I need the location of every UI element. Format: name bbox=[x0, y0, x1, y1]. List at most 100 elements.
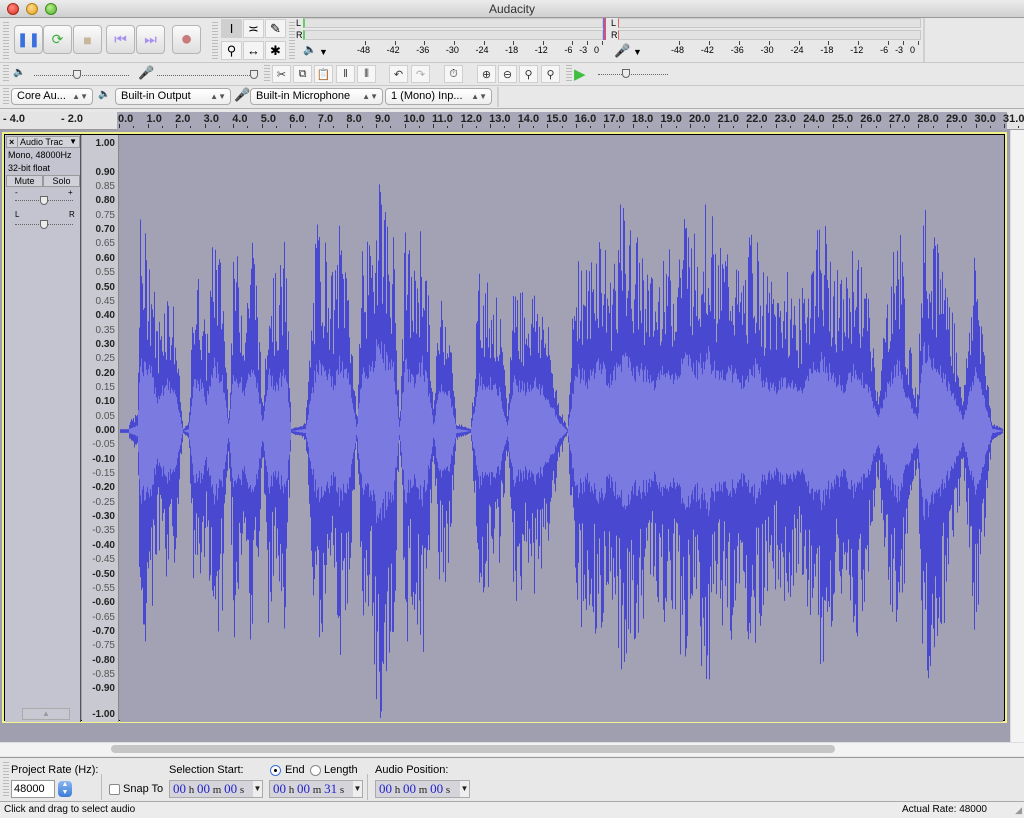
waveform-display[interactable] bbox=[120, 135, 1003, 722]
track-menu-dropdown[interactable]: ▼ bbox=[69, 137, 77, 147]
project-rate-input[interactable]: 48000 bbox=[11, 780, 55, 798]
timeline-tick bbox=[518, 124, 520, 128]
horizontal-scrollbar-thumb[interactable] bbox=[111, 745, 835, 753]
meter-scale-tick bbox=[708, 41, 710, 45]
time-format-dropdown[interactable]: ▼ bbox=[460, 781, 469, 797]
play-button[interactable]: ⟳ bbox=[43, 25, 72, 54]
track-close-button[interactable]: × bbox=[9, 137, 14, 147]
timeline-label: - 4.0 bbox=[3, 113, 26, 125]
selection-end-time[interactable]: 00 h 00 m 31 s ▼ bbox=[269, 780, 363, 798]
selection-tool[interactable]: I bbox=[221, 19, 242, 38]
gain-minus-label: - bbox=[15, 188, 18, 197]
copy-button[interactable]: ⧉ bbox=[293, 65, 312, 83]
meter-scale-label: -6 bbox=[880, 45, 889, 55]
meter-scale-label: -3 bbox=[895, 45, 904, 55]
microphone-icon: 🎤 bbox=[614, 43, 631, 58]
input-channels-select[interactable]: 1 (Mono) Inp... ▲▼ bbox=[385, 88, 492, 105]
amplitude-label: -0.40 bbox=[92, 539, 115, 551]
toolbar-grip[interactable] bbox=[212, 22, 218, 60]
toolbar-grip[interactable] bbox=[3, 762, 9, 798]
trim-button[interactable]: ‖ bbox=[336, 65, 355, 83]
toolbar-grip[interactable] bbox=[289, 22, 295, 60]
selection-start-time[interactable]: 00 h 00 m 00 s ▼ bbox=[169, 780, 263, 798]
timeline-tick bbox=[775, 124, 777, 128]
skip-start-button[interactable]: ⏮ bbox=[106, 25, 135, 54]
end-radio[interactable] bbox=[270, 765, 281, 776]
vertical-scrollbar[interactable] bbox=[1010, 130, 1024, 742]
zoom-out-button[interactable]: ⊖ bbox=[498, 65, 517, 83]
toolbar-grip[interactable] bbox=[3, 22, 9, 60]
fit-selection-button[interactable]: ⚲ bbox=[519, 65, 538, 83]
timeline-label: 24.0 bbox=[803, 113, 825, 125]
input-device-select[interactable]: Built-in Microphone ▲▼ bbox=[250, 88, 383, 105]
input-volume-thumb[interactable] bbox=[250, 70, 258, 79]
timeline-tick bbox=[133, 126, 135, 128]
meter-scale-tick bbox=[483, 41, 485, 45]
toolbar-grip[interactable] bbox=[3, 88, 9, 105]
trim-icon: ‖ bbox=[343, 68, 348, 80]
timeline-tick bbox=[304, 126, 306, 128]
snap-to-checkbox[interactable] bbox=[109, 784, 120, 795]
output-volume-thumb[interactable] bbox=[72, 70, 81, 79]
meter-bar-left bbox=[303, 18, 603, 28]
skip-end-button[interactable]: ⏭ bbox=[136, 25, 165, 54]
cut-button[interactable]: ✂ bbox=[272, 65, 291, 83]
fit-project-button[interactable]: ⚲ bbox=[541, 65, 560, 83]
speed-slider-thumb[interactable] bbox=[622, 69, 630, 78]
meter-scale-tick bbox=[918, 41, 919, 45]
undo-button[interactable]: ↶ bbox=[389, 65, 408, 83]
toolbar-grip[interactable] bbox=[264, 65, 270, 83]
record-button[interactable]: ● bbox=[172, 25, 201, 54]
resize-grip-icon[interactable]: ◢ bbox=[1015, 802, 1022, 818]
solo-button[interactable]: Solo bbox=[43, 175, 80, 187]
close-window-button[interactable] bbox=[7, 3, 19, 15]
speed-slider[interactable] bbox=[598, 74, 668, 75]
minimize-window-button[interactable] bbox=[26, 3, 38, 15]
toolbar-separator bbox=[101, 774, 102, 800]
toolbar-grip[interactable] bbox=[3, 65, 9, 83]
sync-lock-button[interactable]: ⏱ bbox=[444, 65, 463, 83]
timeline-label: 1.0 bbox=[146, 113, 162, 125]
mute-button[interactable]: Mute bbox=[6, 175, 43, 187]
timeline-tick bbox=[946, 124, 948, 128]
length-radio[interactable] bbox=[310, 765, 321, 776]
audio-position-time[interactable]: 00 h 00 m 00 s ▼ bbox=[375, 780, 470, 798]
silence-button[interactable]: ⦀ bbox=[357, 65, 376, 83]
status-message: Click and drag to select audio bbox=[4, 804, 136, 815]
zoom-window-button[interactable] bbox=[45, 3, 57, 15]
output-device-select[interactable]: Built-in Output ▲▼ bbox=[115, 88, 231, 105]
meter-scale-tick bbox=[738, 41, 740, 45]
envelope-tool[interactable]: ≍ bbox=[243, 19, 264, 38]
audio-track[interactable]: × Audio Trac ▼ Mono, 48000Hz 32-bit floa… bbox=[2, 132, 1007, 723]
redo-button[interactable]: ↷ bbox=[411, 65, 430, 83]
meter-peak-indicator bbox=[603, 18, 606, 40]
pan-slider-thumb[interactable] bbox=[40, 220, 48, 229]
stop-button[interactable]: ■ bbox=[73, 25, 102, 54]
timeshift-tool[interactable]: ↔ bbox=[243, 41, 264, 60]
record-meter-dropdown[interactable]: ▼ bbox=[633, 47, 642, 57]
toolbar-grip[interactable] bbox=[566, 65, 572, 83]
amplitude-label: 0.35 bbox=[95, 324, 115, 336]
track-name-menu[interactable]: Audio Trac bbox=[20, 137, 63, 147]
audio-host-select[interactable]: Core Au... ▲▼ bbox=[11, 88, 93, 105]
time-format-dropdown[interactable]: ▼ bbox=[353, 781, 362, 797]
meter-scale-label: -36 bbox=[730, 45, 744, 55]
zoom-tool[interactable]: ⚲ bbox=[221, 41, 242, 60]
paste-button[interactable]: 📋 bbox=[314, 65, 333, 83]
time-format-dropdown[interactable]: ▼ bbox=[253, 781, 262, 797]
pause-button[interactable]: ❚❚ bbox=[14, 25, 43, 54]
multi-tool[interactable]: ✱ bbox=[265, 41, 286, 60]
draw-tool[interactable]: ✎ bbox=[265, 19, 286, 38]
play-at-speed-button[interactable]: ▶ bbox=[574, 65, 586, 83]
timeline-ruler[interactable]: - 4.0 - 2.0 0.0 1.0 2.0 3.0 4.0 5.0 6.0 7.0 8.0 9.0… bbox=[0, 112, 1024, 130]
amplitude-ruler[interactable]: 1.00 0.90 0.85 0.80 0.75 0.70 0.65 0.60 0.55 0.50… bbox=[82, 135, 119, 722]
zoom-in-button[interactable]: ⊕ bbox=[477, 65, 496, 83]
playback-meter-dropdown[interactable]: ▼ bbox=[319, 47, 328, 57]
project-rate-stepper[interactable]: ▲ ▼ bbox=[58, 781, 72, 797]
meter-scale-tick bbox=[513, 41, 515, 45]
collapse-track-button[interactable]: ▲ bbox=[22, 708, 70, 720]
timeline-label: 9.0 bbox=[374, 113, 391, 125]
input-volume-slider[interactable] bbox=[157, 75, 254, 76]
gain-slider-thumb[interactable] bbox=[40, 196, 48, 205]
output-volume-slider[interactable] bbox=[34, 75, 129, 76]
